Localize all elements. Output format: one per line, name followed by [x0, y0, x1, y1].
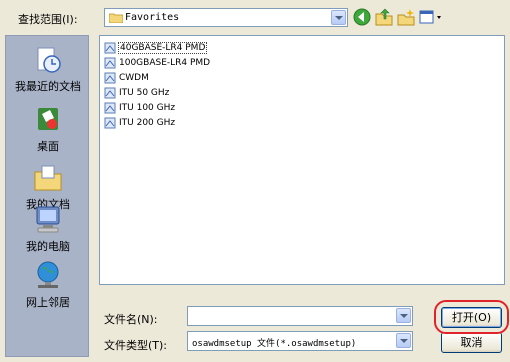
- my-computer-icon: [36, 206, 60, 233]
- file-name: 100GBASE-LR4 PMD: [119, 58, 211, 68]
- file-icon: [104, 102, 116, 114]
- file-name: ITU 50 GHz: [119, 88, 170, 98]
- file-name: 40GBASE-LR4 PMD: [118, 42, 208, 54]
- place-label: 网上邻居: [26, 296, 70, 309]
- recent-documents-icon: [37, 47, 61, 73]
- file-icon: [104, 87, 116, 99]
- place-network[interactable]: 网上邻居: [6, 260, 90, 310]
- place-my-computer[interactable]: 我的电脑: [6, 204, 90, 254]
- file-name-input[interactable]: [187, 306, 413, 326]
- place-label: 我最近的文档: [15, 80, 81, 93]
- places-bar: 我最近的文档 桌面 我的文档 我的电脑 网上邻居: [5, 35, 89, 357]
- folder-icon: [109, 13, 123, 23]
- place-label: 我的电脑: [26, 240, 70, 253]
- place-recent-documents[interactable]: 我最近的文档: [6, 44, 90, 94]
- file-icon: [104, 57, 116, 69]
- file-name: CWDM: [119, 73, 149, 83]
- file-list[interactable]: 40GBASE-LR4 PMD 100GBASE-LR4 PMD CWDM IT…: [99, 35, 505, 285]
- file-name-label: 文件名(N):: [104, 313, 158, 326]
- chevron-down-icon[interactable]: [396, 333, 411, 348]
- file-name: ITU 200 GHz: [119, 118, 176, 128]
- look-in-value: Favorites: [125, 12, 180, 23]
- file-name: ITU 100 GHz: [119, 103, 176, 113]
- file-type-dropdown[interactable]: osawdmsetup 文件(*.osawdmsetup): [187, 331, 413, 351]
- file-icon: [104, 72, 116, 84]
- file-icon: [104, 42, 116, 54]
- views-menu-icon[interactable]: [418, 7, 444, 27]
- place-desktop[interactable]: 桌面: [6, 104, 90, 154]
- place-label: 桌面: [37, 140, 59, 153]
- file-type-value: osawdmsetup 文件(*.osawdmsetup): [192, 339, 357, 349]
- back-arrow-icon[interactable]: [352, 7, 372, 27]
- chevron-down-icon[interactable]: [331, 10, 346, 25]
- file-icon: [104, 117, 116, 129]
- chevron-down-icon[interactable]: [396, 308, 411, 323]
- up-folder-icon[interactable]: [374, 7, 394, 27]
- my-documents-icon: [34, 165, 62, 191]
- look-in-dropdown[interactable]: Favorites: [104, 8, 348, 27]
- network-globe-icon: [37, 261, 59, 288]
- cancel-button[interactable]: 取消: [441, 332, 502, 353]
- desktop-icon: [38, 108, 58, 130]
- highlight-annotation: [434, 300, 509, 334]
- look-in-label: 查找范围(I):: [18, 13, 78, 26]
- new-folder-icon[interactable]: [396, 7, 416, 27]
- file-type-label: 文件类型(T):: [104, 339, 168, 352]
